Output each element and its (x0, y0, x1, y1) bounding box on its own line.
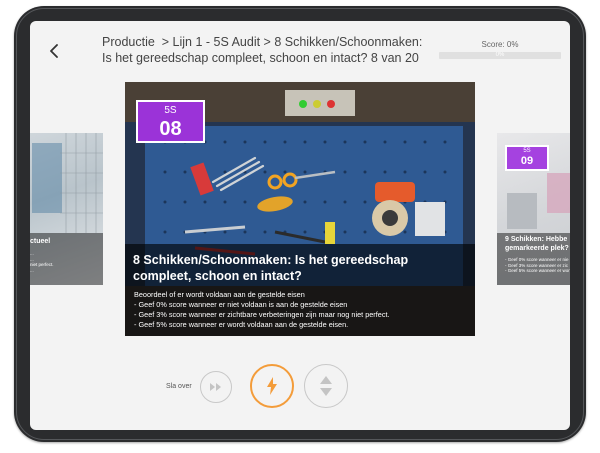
current-question-card[interactable]: 5S 08 8 Schikken/Schoonmaken: Is het ger… (125, 82, 475, 336)
app-screen: Productie > Lijn 1 - 5S Audit > 8 Schikk… (30, 21, 570, 430)
lightning-icon (267, 377, 277, 395)
left-card-desc-line: niet perfect. (30, 262, 54, 267)
badge-number: 08 (159, 118, 182, 140)
score-panel: Score: 0% 0% (439, 40, 561, 59)
question-description-line: - Geef 5% score wanneer er wordt voldaan… (134, 320, 349, 329)
right-card-title-line: 9 Schikken: Hebbe (505, 236, 568, 243)
next-question-card[interactable]: 5S 09 9 Schikken: Hebbe gemarkeerde plek… (497, 133, 570, 285)
breadcrumb-title: Productie > Lijn 1 - 5S Audit > 8 Schikk… (102, 34, 432, 66)
badge-number: 09 (520, 155, 534, 167)
right-card-title: 9 Schikken: Hebbe gemarkeerde plek? (505, 235, 569, 253)
score-label: Score: 0% (481, 40, 519, 49)
fast-forward-icon (210, 383, 221, 391)
question-description: Beoordeel of er wordt voldaan aan de ges… (134, 290, 469, 330)
left-card-desc: ... ... niet perfect. ... (30, 251, 54, 273)
score-progress-text: 0% (495, 52, 505, 58)
chevron-left-icon (50, 44, 58, 58)
skip-label: Sla over (166, 383, 192, 390)
question-description-line: - Geef 0% score wanneer er niet voldaan … (134, 300, 348, 309)
score-progress-bar: 0% (439, 52, 561, 59)
quick-action-button[interactable] (250, 364, 294, 408)
badge-category: 5S (523, 148, 531, 154)
right-card-desc-line: - Geef 0% score wanneer er nie (505, 257, 569, 262)
right-card-desc-line: - Geef 5% score wanneer er wor (505, 268, 570, 273)
title-line-1: Productie > Lijn 1 - 5S Audit > 8 Schikk… (102, 35, 423, 49)
skip-button[interactable] (200, 371, 232, 403)
question-description-line: Beoordeel of er wordt voldaan aan de ges… (134, 290, 305, 299)
question-number-badge: 5S 08 (136, 100, 205, 143)
title-line-2: Is het gereedschap compleet, schoon en i… (102, 51, 419, 65)
previous-question-card[interactable]: ctueel ... ... niet perfect. ... (30, 133, 103, 285)
left-card-desc-line: ... (30, 267, 34, 273)
badge-category: 5S (164, 105, 177, 116)
up-down-arrows-icon (320, 376, 332, 396)
right-card-desc: - Geef 0% score wanneer er nie - Geef 3%… (505, 257, 570, 274)
score-stepper-button[interactable] (304, 364, 348, 408)
answer-controls: Sla over (30, 364, 570, 408)
left-card-title: ctueel (30, 238, 51, 245)
next-question-badge: 5S 09 (505, 145, 549, 171)
back-button[interactable] (42, 39, 66, 63)
question-title: 8 Schikken/Schoonmaken: Is het gereedsch… (133, 253, 409, 283)
question-description-line: - Geef 3% score wanneer er zichtbare ver… (134, 310, 390, 319)
right-card-title-line: gemarkeerde plek? (505, 245, 569, 252)
